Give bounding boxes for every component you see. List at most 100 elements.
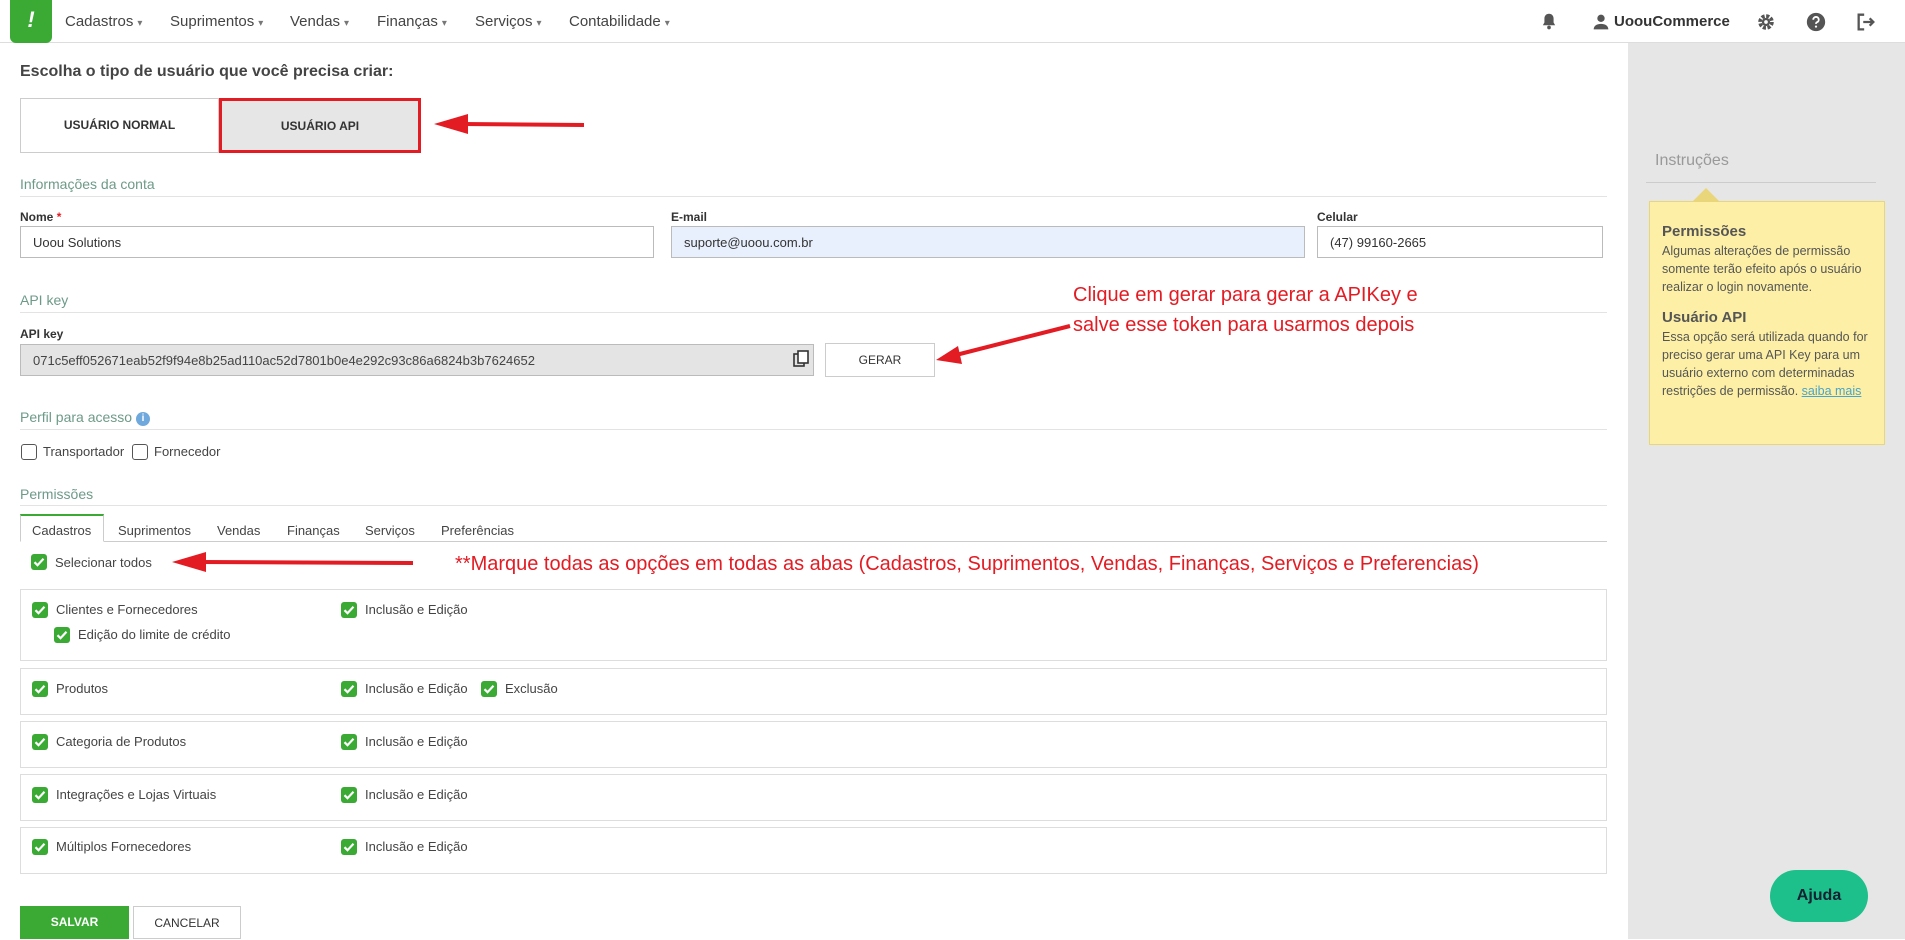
logout-icon[interactable]: [1855, 11, 1877, 33]
nav-cadastros[interactable]: Cadastros ▾: [65, 13, 142, 30]
label-categoria-produtos: Categoria de Produtos: [56, 734, 187, 749]
user-type-api-button[interactable]: USUÁRIO API: [219, 98, 421, 153]
nav-label: Serviços: [475, 13, 533, 30]
note-text-permissoes: Algumas alterações de permissão somente …: [1662, 244, 1862, 294]
name-input[interactable]: Uoou Solutions: [20, 226, 654, 258]
divider: [20, 196, 1607, 197]
nav-suprimentos[interactable]: Suprimentos ▾: [170, 13, 263, 30]
apikey-input[interactable]: 071c5eff052671eab52f9f94e8b25ad110ac52d7…: [20, 344, 814, 376]
checkbox-limite-credito[interactable]: [54, 627, 70, 643]
checkbox-produtos[interactable]: [32, 681, 48, 697]
chevron-down-icon: ▾: [664, 18, 670, 29]
nav-financas[interactable]: Finanças ▾: [377, 13, 447, 30]
label-inclusao-edicao: Inclusão e Edição: [365, 839, 468, 854]
checkbox-exclusao[interactable]: [481, 681, 497, 697]
label-limite-credito: Edição do limite de crédito: [78, 627, 231, 642]
checkbox-inclusao-edicao[interactable]: [341, 787, 357, 803]
label-inclusao-edicao: Inclusão e Edição: [365, 787, 468, 802]
chevron-down-icon: ▾: [137, 18, 143, 29]
nav-vendas[interactable]: Vendas ▾: [290, 13, 349, 30]
page-title: Escolha o tipo de usuário que você preci…: [20, 63, 394, 80]
checkbox-inclusao-edicao[interactable]: [341, 734, 357, 750]
label-clientes-fornecedores: Clientes e Fornecedores: [56, 602, 198, 617]
tab-preferencias[interactable]: Preferências: [441, 523, 514, 538]
tab-vendas[interactable]: Vendas: [217, 523, 260, 538]
phone-input[interactable]: (47) 99160-2665: [1317, 226, 1603, 258]
chevron-down-icon: ▾: [441, 18, 447, 29]
divider: [20, 505, 1607, 506]
permission-row: [20, 721, 1607, 768]
checkbox-clientes-fornecedores[interactable]: [32, 602, 48, 618]
section-profile: Perfil para acesso i: [20, 409, 150, 426]
label-inclusao-edicao: Inclusão e Edição: [365, 602, 468, 617]
note-heading-permissoes: Permissões: [1662, 223, 1747, 240]
section-apikey: API key: [20, 292, 69, 308]
tab-suprimentos[interactable]: Suprimentos: [118, 523, 191, 538]
chevron-down-icon: ▾: [258, 18, 264, 29]
logo[interactable]: !: [10, 0, 52, 43]
label-transportador: Transportador: [43, 444, 125, 459]
checkbox-select-all[interactable]: [31, 554, 47, 570]
tabs-underline: [20, 541, 1607, 542]
checkbox-integracoes[interactable]: [32, 787, 48, 803]
divider: [20, 312, 1607, 313]
label-produtos: Produtos: [56, 681, 109, 696]
phone-label: Celular: [1317, 210, 1358, 224]
divider: [20, 429, 1607, 430]
name-label: Nome *: [20, 210, 62, 224]
generate-apikey-button[interactable]: GERAR: [825, 343, 935, 377]
checkbox-inclusao-edicao[interactable]: [341, 839, 357, 855]
note-heading-usuario-api: Usuário API: [1662, 309, 1747, 326]
bell-icon[interactable]: [1538, 11, 1560, 33]
email-label: E-mail: [671, 210, 708, 224]
nav-label: Vendas: [290, 13, 341, 30]
annotation-tabs-note: **Marque todas as opções em todas as aba…: [455, 553, 1479, 575]
annotation-arrow: [936, 324, 1071, 364]
divider: [1646, 182, 1876, 183]
annotation-generate-line2: salve esse token para usarmos depois: [1073, 314, 1415, 336]
tab-financas[interactable]: Finanças: [287, 523, 340, 538]
chevron-down-icon: ▾: [344, 18, 350, 29]
nav-label: Contabilidade: [569, 13, 661, 30]
apikey-label: API key: [20, 327, 64, 341]
nav-servicos[interactable]: Serviços ▾: [475, 13, 542, 30]
label-exclusao: Exclusão: [505, 681, 558, 696]
checkbox-inclusao-edicao[interactable]: [341, 681, 357, 697]
nav-contabilidade[interactable]: Contabilidade ▾: [569, 13, 670, 30]
gear-icon[interactable]: [1755, 11, 1777, 33]
user-icon: [1590, 11, 1612, 33]
cancel-button[interactable]: CANCELAR: [133, 906, 241, 939]
user-menu[interactable]: UoouCommerce: [1614, 13, 1730, 30]
nav-label: Cadastros: [65, 13, 134, 30]
tab-cadastros[interactable]: Cadastros: [32, 523, 91, 538]
help-chat-button[interactable]: Ajuda: [1770, 870, 1868, 922]
checkbox-inclusao-edicao[interactable]: [341, 602, 357, 618]
annotation-arrow: [434, 114, 585, 134]
sidebar-title: Instruções: [1655, 152, 1729, 169]
permission-row: [20, 668, 1607, 715]
permission-row: [20, 589, 1607, 661]
checkbox-fornecedor[interactable]: [132, 444, 148, 460]
tab-servicos[interactable]: Serviços: [365, 523, 415, 538]
checkbox-categoria-produtos[interactable]: [32, 734, 48, 750]
info-icon[interactable]: i: [135, 412, 150, 426]
label-inclusao-edicao: Inclusão e Edição: [365, 681, 468, 696]
section-permissions: Permissões: [20, 486, 94, 502]
annotation-arrow: [172, 552, 414, 572]
save-button[interactable]: SALVAR: [20, 906, 129, 939]
user-type-normal-button[interactable]: USUÁRIO NORMAL: [20, 98, 219, 153]
nav-label: Finanças: [377, 13, 438, 30]
checkbox-multiplos-fornecedores[interactable]: [32, 839, 48, 855]
nav-label: Suprimentos: [170, 13, 255, 30]
label-integracoes: Integrações e Lojas Virtuais: [56, 787, 217, 802]
note-pointer: [1693, 188, 1719, 201]
copy-icon[interactable]: [793, 350, 809, 368]
learn-more-link[interactable]: saiba mais: [1802, 384, 1862, 398]
permission-row: [20, 827, 1607, 874]
note-text-usuario-api: Essa opção será utilizada quando for pre…: [1662, 330, 1868, 398]
checkbox-transportador[interactable]: [21, 444, 37, 460]
help-icon[interactable]: [1805, 11, 1827, 33]
email-input[interactable]: suporte@uoou.com.br: [671, 226, 1305, 258]
label-inclusao-edicao: Inclusão e Edição: [365, 734, 468, 749]
sidebar: [1628, 43, 1905, 939]
